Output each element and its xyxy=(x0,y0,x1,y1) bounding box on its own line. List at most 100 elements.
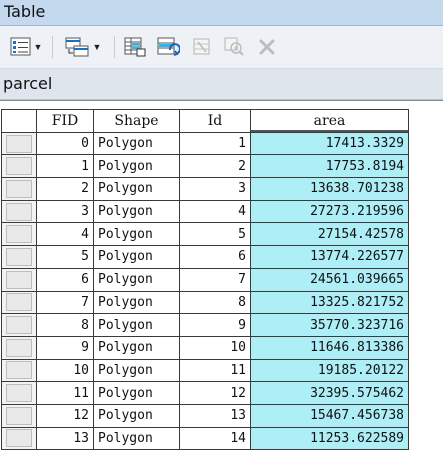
table-row[interactable]: 10 Polygon 11 19185.20122 xyxy=(1,358,409,383)
row-selector-button[interactable] xyxy=(6,406,32,425)
column-header-shape[interactable]: Shape xyxy=(93,109,180,133)
zoom-to-selected-button[interactable] xyxy=(222,35,246,59)
cell-id[interactable]: 13 xyxy=(179,403,251,428)
row-selector-button[interactable] xyxy=(6,179,32,198)
cell-area[interactable]: 27154.42578 xyxy=(250,222,409,247)
cell-area[interactable]: 17753.8194 xyxy=(250,154,409,179)
table-row[interactable]: 0 Polygon 1 17413.3329 xyxy=(1,131,409,156)
row-selector[interactable] xyxy=(1,267,37,292)
table-row[interactable]: 4 Polygon 5 27154.42578 xyxy=(1,222,409,247)
cell-fid[interactable]: 11 xyxy=(36,381,94,405)
cell-area[interactable]: 13325.821752 xyxy=(250,290,409,315)
cell-area[interactable]: 11646.813386 xyxy=(250,335,409,360)
cell-fid[interactable]: 8 xyxy=(36,313,94,337)
row-selector[interactable] xyxy=(1,131,37,156)
clear-selection-button[interactable] xyxy=(190,35,214,59)
row-selector[interactable] xyxy=(1,358,37,383)
row-selector-button[interactable] xyxy=(6,270,32,289)
table-row[interactable]: 7 Polygon 8 13325.821752 xyxy=(1,290,409,315)
cell-shape[interactable]: Polygon xyxy=(93,177,180,201)
cell-fid[interactable]: 2 xyxy=(36,177,94,201)
cell-fid[interactable]: 4 xyxy=(36,222,94,247)
cell-id[interactable]: 4 xyxy=(179,199,251,224)
row-selector-button[interactable] xyxy=(6,361,32,380)
cell-id[interactable]: 3 xyxy=(179,177,251,201)
cell-shape[interactable]: Polygon xyxy=(93,335,180,360)
cell-id[interactable]: 10 xyxy=(179,335,251,360)
cell-area[interactable]: 15467.456738 xyxy=(250,403,409,428)
table-row[interactable]: 12 Polygon 13 15467.456738 xyxy=(1,403,409,428)
cell-area[interactable]: 13638.701238 xyxy=(250,177,409,201)
cell-shape[interactable]: Polygon xyxy=(93,131,180,156)
row-selector-button[interactable] xyxy=(6,293,32,312)
row-selector[interactable] xyxy=(1,426,37,451)
select-all-header[interactable] xyxy=(1,109,37,133)
cell-shape[interactable]: Polygon xyxy=(93,403,180,428)
row-selector[interactable] xyxy=(1,403,37,428)
row-selector-button[interactable] xyxy=(6,338,32,357)
select-by-attributes-button[interactable] xyxy=(122,35,148,59)
cell-id[interactable]: 2 xyxy=(179,154,251,179)
row-selector-button[interactable] xyxy=(6,429,32,448)
cell-fid[interactable]: 6 xyxy=(36,267,94,292)
delete-selected-button[interactable] xyxy=(256,35,278,59)
cell-fid[interactable]: 12 xyxy=(36,403,94,428)
row-selector[interactable] xyxy=(1,245,37,269)
column-header-fid[interactable]: FID xyxy=(36,109,94,133)
table-options-button[interactable]: ▼ xyxy=(6,35,46,59)
cell-id[interactable]: 7 xyxy=(179,267,251,292)
switch-selection-button[interactable] xyxy=(155,35,181,59)
table-row[interactable]: 1 Polygon 2 17753.8194 xyxy=(1,154,409,179)
cell-fid[interactable]: 3 xyxy=(36,199,94,224)
table-row[interactable]: 3 Polygon 4 27273.219596 xyxy=(1,199,409,224)
row-selector-button[interactable] xyxy=(6,316,32,335)
cell-fid[interactable]: 13 xyxy=(36,426,94,451)
cell-shape[interactable]: Polygon xyxy=(93,267,180,292)
row-selector-button[interactable] xyxy=(6,134,32,153)
cell-id[interactable]: 8 xyxy=(179,290,251,315)
cell-id[interactable]: 5 xyxy=(179,222,251,247)
related-tables-button[interactable]: ▼ xyxy=(60,35,106,59)
cell-shape[interactable]: Polygon xyxy=(93,426,180,451)
row-selector[interactable] xyxy=(1,199,37,224)
row-selector[interactable] xyxy=(1,154,37,179)
row-selector[interactable] xyxy=(1,313,37,337)
cell-shape[interactable]: Polygon xyxy=(93,381,180,405)
cell-fid[interactable]: 10 xyxy=(36,358,94,383)
cell-area[interactable]: 19185.20122 xyxy=(250,358,409,383)
tab-parcel[interactable]: parcel xyxy=(3,74,52,93)
cell-area[interactable]: 13774.226577 xyxy=(250,245,409,269)
row-selector[interactable] xyxy=(1,290,37,315)
cell-area[interactable]: 11253.622589 xyxy=(250,426,409,451)
cell-id[interactable]: 9 xyxy=(179,313,251,337)
cell-area[interactable]: 32395.575462 xyxy=(250,381,409,405)
cell-shape[interactable]: Polygon xyxy=(93,245,180,269)
table-row[interactable]: 6 Polygon 7 24561.039665 xyxy=(1,267,409,292)
table-row[interactable]: 8 Polygon 9 35770.323716 xyxy=(1,313,409,337)
table-row[interactable]: 9 Polygon 10 11646.813386 xyxy=(1,335,409,360)
cell-fid[interactable]: 9 xyxy=(36,335,94,360)
cell-id[interactable]: 6 xyxy=(179,245,251,269)
table-row[interactable]: 11 Polygon 12 32395.575462 xyxy=(1,381,409,405)
cell-area[interactable]: 24561.039665 xyxy=(250,267,409,292)
cell-fid[interactable]: 0 xyxy=(36,131,94,156)
row-selector-button[interactable] xyxy=(6,157,32,176)
cell-fid[interactable]: 7 xyxy=(36,290,94,315)
cell-fid[interactable]: 1 xyxy=(36,154,94,179)
table-row[interactable]: 5 Polygon 6 13774.226577 xyxy=(1,245,409,269)
cell-shape[interactable]: Polygon xyxy=(93,290,180,315)
row-selector-button[interactable] xyxy=(6,384,32,403)
column-header-id[interactable]: Id xyxy=(179,109,251,133)
row-selector-button[interactable] xyxy=(6,247,32,266)
cell-id[interactable]: 12 xyxy=(179,381,251,405)
row-selector-button[interactable] xyxy=(6,202,32,221)
cell-shape[interactable]: Polygon xyxy=(93,358,180,383)
cell-shape[interactable]: Polygon xyxy=(93,154,180,179)
cell-id[interactable]: 14 xyxy=(179,426,251,451)
cell-id[interactable]: 11 xyxy=(179,358,251,383)
cell-fid[interactable]: 5 xyxy=(36,245,94,269)
table-row[interactable]: 2 Polygon 3 13638.701238 xyxy=(1,177,409,201)
cell-shape[interactable]: Polygon xyxy=(93,313,180,337)
row-selector[interactable] xyxy=(1,381,37,405)
cell-id[interactable]: 1 xyxy=(179,131,251,156)
